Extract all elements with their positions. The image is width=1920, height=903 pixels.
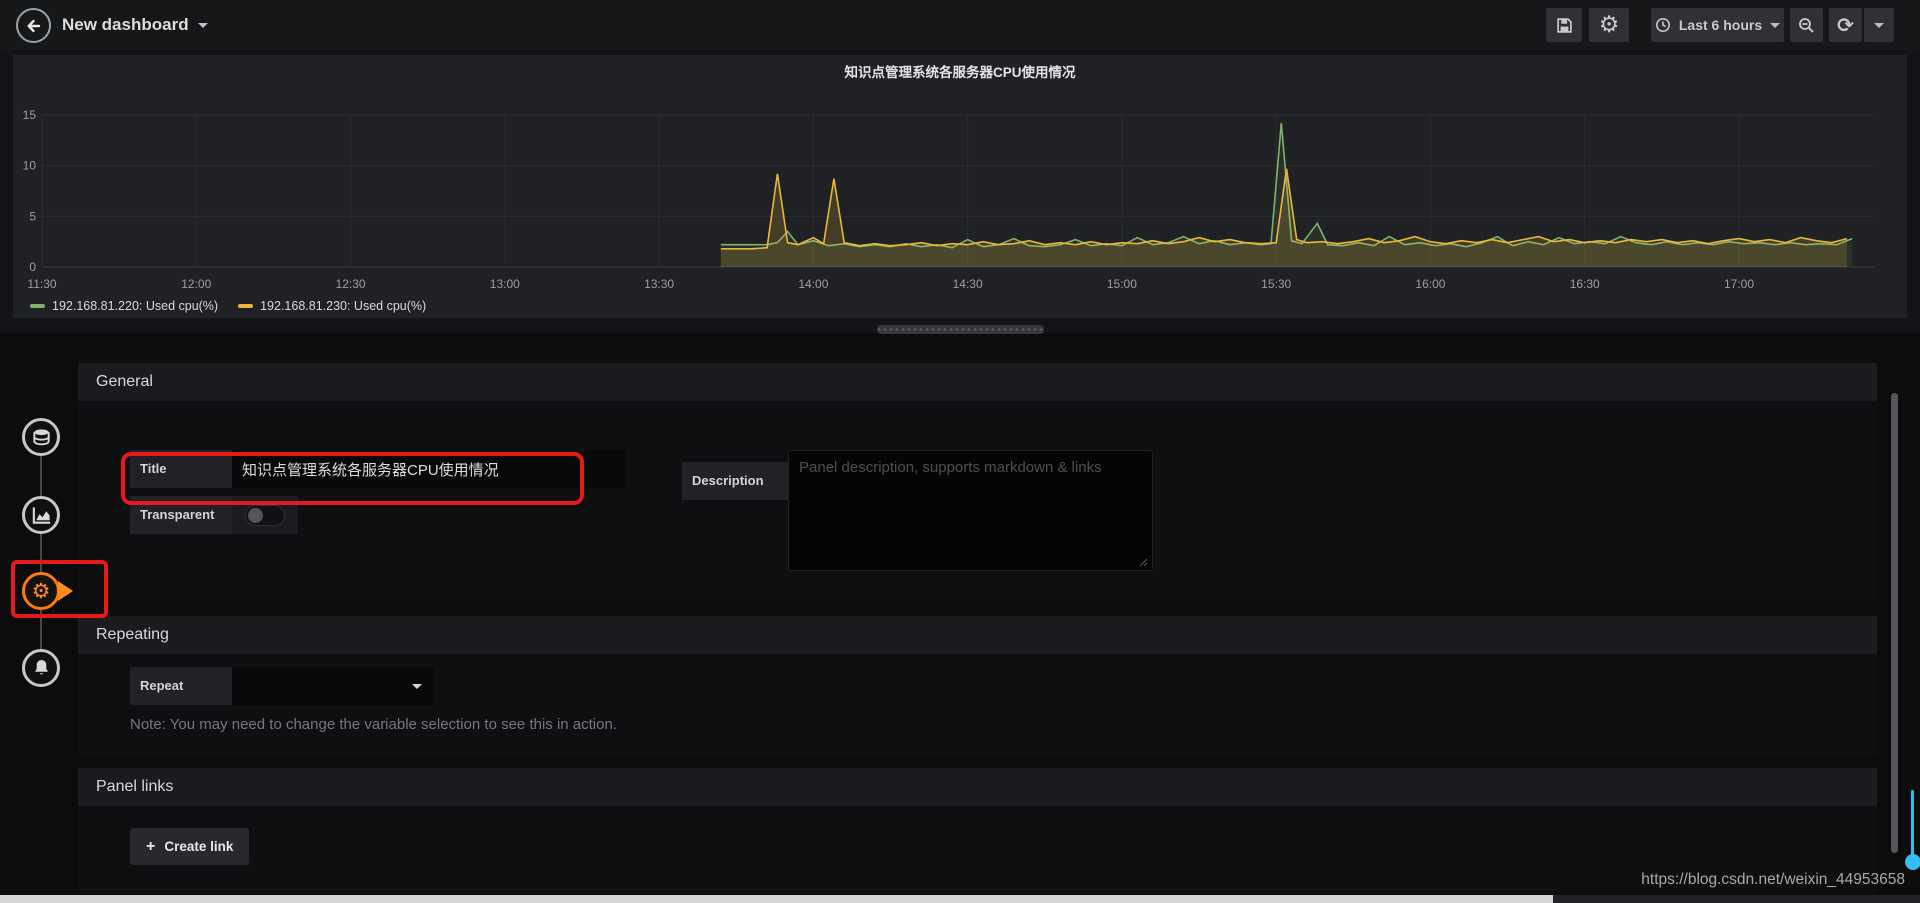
chevron-down-icon bbox=[1770, 22, 1781, 28]
create-link-button[interactable]: + Create link bbox=[130, 828, 250, 865]
repeat-note: Note: You may need to change the variabl… bbox=[130, 716, 617, 733]
pointer-trail bbox=[1911, 790, 1914, 862]
chart-legend: 192.168.81.220: Used cpu(%) 192.168.81.23… bbox=[30, 299, 426, 313]
top-navbar: New dashboard ⚙ Last 6 hours ⟳ bbox=[0, 0, 1920, 50]
x-axis-tick-label: 17:00 bbox=[1724, 277, 1754, 291]
pointer-dot bbox=[1905, 854, 1920, 870]
save-icon bbox=[1556, 17, 1572, 33]
x-axis-tick-label: 12:30 bbox=[336, 277, 366, 291]
chevron-down-icon bbox=[412, 683, 422, 689]
refresh-icon: ⟳ bbox=[1837, 13, 1854, 37]
section-body-panel-links bbox=[78, 806, 1877, 893]
x-axis-tick-label: 14:30 bbox=[953, 277, 983, 291]
gear-icon: ⚙ bbox=[1598, 12, 1620, 38]
tab-connector-line bbox=[40, 437, 42, 668]
transparent-toggle[interactable] bbox=[232, 496, 298, 534]
active-tab-arrow bbox=[58, 581, 73, 601]
time-range-label: Last 6 hours bbox=[1678, 17, 1763, 33]
graph-icon bbox=[32, 506, 50, 524]
section-header-repeating: Repeating bbox=[78, 616, 1877, 654]
x-axis-tick-label: 16:30 bbox=[1570, 277, 1600, 291]
transparent-field-label: Transparent bbox=[130, 496, 232, 534]
legend-label: 192.168.81.220: Used cpu(%) bbox=[52, 299, 219, 313]
panel-links-heading: Panel links bbox=[96, 778, 174, 795]
general-gear-icon: ⚙ bbox=[31, 579, 51, 603]
tab-alert[interactable] bbox=[22, 649, 60, 687]
dashboard-settings-button[interactable]: ⚙ bbox=[1589, 8, 1629, 42]
dashboard-title[interactable]: New dashboard bbox=[62, 0, 209, 50]
title-field-label: Title bbox=[130, 450, 232, 488]
repeating-heading: Repeating bbox=[96, 626, 169, 643]
dashboard-title-label: New dashboard bbox=[62, 15, 189, 34]
description-field-label: Description bbox=[682, 462, 788, 500]
y-axis-tick-label: 5 bbox=[29, 209, 36, 223]
refresh-interval-dropdown[interactable] bbox=[1864, 8, 1894, 42]
y-axis-tick-label: 10 bbox=[23, 159, 37, 173]
repeat-select[interactable] bbox=[232, 667, 434, 705]
general-heading: General bbox=[96, 373, 153, 390]
bell-icon bbox=[34, 659, 48, 675]
repeat-field-label: Repeat bbox=[130, 667, 232, 705]
save-dashboard-button[interactable] bbox=[1546, 8, 1582, 42]
x-axis-tick-label: 16:00 bbox=[1415, 277, 1445, 291]
y-axis-tick-label: 15 bbox=[23, 108, 37, 122]
section-header-panel-links: Panel links bbox=[78, 768, 1877, 806]
pane-resize-handle[interactable] bbox=[877, 325, 1044, 334]
toggle-track bbox=[245, 504, 285, 526]
section-header-general: General bbox=[78, 363, 1877, 401]
database-icon bbox=[32, 428, 50, 445]
chevron-down-icon bbox=[198, 23, 209, 28]
tab-general[interactable]: ⚙ bbox=[22, 572, 60, 610]
title-input[interactable] bbox=[232, 450, 625, 488]
chevron-down-icon bbox=[1874, 22, 1884, 28]
x-axis-tick-label: 13:30 bbox=[644, 277, 674, 291]
refresh-button[interactable]: ⟳ bbox=[1829, 8, 1862, 42]
zoom-out-icon bbox=[1799, 17, 1814, 33]
grafana-panel-edit-page: New dashboard ⚙ Last 6 hours ⟳ 知识点管理系统各服… bbox=[0, 0, 1920, 903]
toggle-knob bbox=[248, 507, 263, 523]
legend-swatch bbox=[30, 304, 45, 308]
tab-queries[interactable] bbox=[22, 418, 60, 456]
plus-icon: + bbox=[146, 837, 156, 855]
time-picker-button[interactable]: Last 6 hours bbox=[1651, 8, 1784, 42]
back-button[interactable] bbox=[16, 8, 51, 43]
y-axis-tick-label: 0 bbox=[29, 260, 36, 274]
watermark-url: https://blog.csdn.net/weixin_44953658 bbox=[1641, 871, 1905, 888]
cpu-usage-panel: 知识点管理系统各服务器CPU使用情况 11:30 12:00 12:30 13:00 1… bbox=[13, 55, 1907, 318]
tab-visualization[interactable] bbox=[22, 496, 60, 534]
cpu-usage-chart: 11:30 12:00 12:30 13:00 13:30 14:00 14:30 15:00… bbox=[23, 108, 1874, 291]
zoom-out-button[interactable] bbox=[1790, 8, 1823, 42]
legend-swatch bbox=[238, 304, 254, 308]
description-textarea[interactable] bbox=[788, 450, 1153, 571]
arrow-left-icon bbox=[27, 19, 41, 32]
x-axis-tick-label: 15:30 bbox=[1261, 277, 1291, 291]
legend-label: 192.168.81.230: Used cpu(%) bbox=[260, 299, 427, 313]
create-link-label: Create link bbox=[164, 839, 234, 854]
x-axis-tick-label: 14:00 bbox=[798, 277, 828, 291]
x-axis-tick-label: 13:00 bbox=[490, 277, 520, 291]
legend-item[interactable]: 192.168.81.220: Used cpu(%) bbox=[30, 299, 218, 313]
bottom-scrollbar-track[interactable] bbox=[0, 895, 1553, 903]
textarea-resize-handle[interactable] bbox=[1138, 557, 1148, 567]
bottom-edge bbox=[1553, 895, 1920, 903]
x-axis-tick-label: 15:00 bbox=[1107, 277, 1137, 291]
x-axis-tick-label: 12:00 bbox=[181, 277, 211, 291]
vertical-scrollbar-thumb[interactable] bbox=[1891, 393, 1898, 853]
x-axis-tick-label: 11:30 bbox=[27, 277, 56, 291]
clock-icon bbox=[1655, 18, 1670, 32]
legend-item[interactable]: 192.168.81.230: Used cpu(%) bbox=[238, 299, 426, 313]
